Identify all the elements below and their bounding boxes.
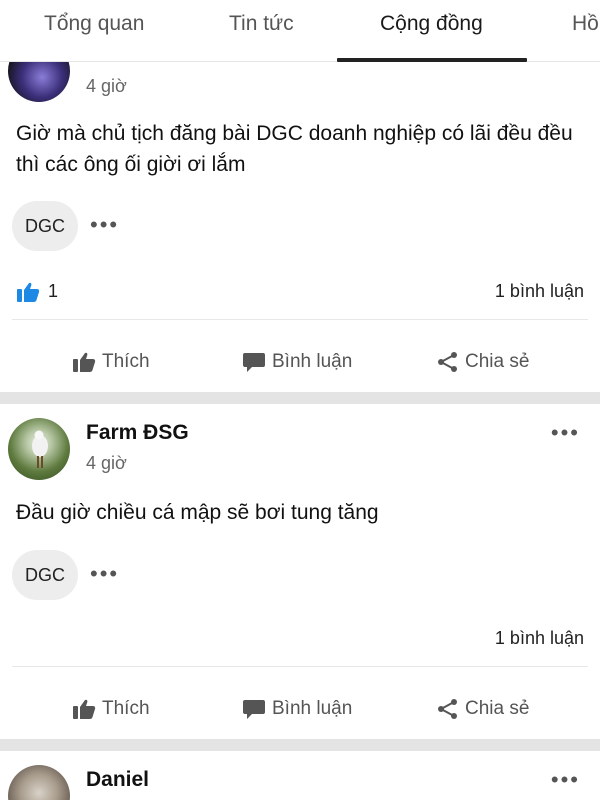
tag-chip-dgc[interactable]: DGC <box>12 550 78 600</box>
comment-label: Bình luận <box>272 351 353 372</box>
share-button[interactable]: Chia sẻ <box>437 698 529 720</box>
like-label: Thích <box>102 351 150 372</box>
post-text: Đầu giờ chiều cá mập sẽ bơi tung tăng <box>16 501 379 524</box>
share-label: Chia sẻ <box>465 351 530 372</box>
post-time: 4 giờ <box>86 453 127 473</box>
avatar[interactable] <box>8 418 70 480</box>
post-separator <box>0 739 600 751</box>
thumbs-up-icon <box>73 699 96 719</box>
divider <box>12 319 588 320</box>
post-menu-button[interactable]: ••• <box>551 767 580 793</box>
post-time: 4 giờ <box>86 76 127 96</box>
tab-profile[interactable]: Hồ <box>572 12 599 36</box>
post-menu-button[interactable]: ••• <box>551 420 580 446</box>
active-tab-indicator <box>337 58 527 62</box>
share-button[interactable]: Chia sẻ <box>437 351 529 373</box>
like-count: 1 <box>48 281 59 301</box>
post-separator <box>0 392 600 404</box>
tab-overview[interactable]: Tổng quan <box>44 12 144 36</box>
author-name[interactable]: Farm ĐSG <box>86 421 189 445</box>
bird-icon <box>32 430 48 468</box>
thumbs-up-icon <box>73 352 96 372</box>
tab-news[interactable]: Tin tức <box>229 12 294 36</box>
comment-label: Bình luận <box>272 698 353 719</box>
more-tags-button[interactable]: ••• <box>90 561 119 587</box>
comment-icon <box>243 353 265 372</box>
tab-community[interactable]: Cộng đồng <box>380 12 483 36</box>
divider <box>12 666 588 667</box>
like-button[interactable]: Thích <box>72 698 150 720</box>
tag-chip-dgc[interactable]: DGC <box>12 201 78 251</box>
avatar[interactable] <box>8 765 70 800</box>
author-name[interactable]: Daniel <box>86 768 149 792</box>
post-text: Giờ mà chủ tịch đăng bài DGC doanh nghiệ… <box>16 122 573 176</box>
comment-count[interactable]: 1 bình luận <box>495 628 584 649</box>
comment-button[interactable]: Bình luận <box>242 351 352 373</box>
share-label: Chia sẻ <box>465 698 530 719</box>
share-icon <box>438 352 457 372</box>
more-tags-button[interactable]: ••• <box>90 212 119 238</box>
share-icon <box>438 699 457 719</box>
comment-button[interactable]: Bình luận <box>242 698 352 720</box>
comment-icon <box>243 700 265 719</box>
comment-count[interactable]: 1 bình luận <box>495 281 584 302</box>
like-button[interactable]: Thích <box>72 351 150 373</box>
top-tabs: Tổng quan Tin tức Cộng đồng Hồ <box>0 0 600 62</box>
like-label: Thích <box>102 698 150 719</box>
like-count-icon <box>17 282 40 302</box>
